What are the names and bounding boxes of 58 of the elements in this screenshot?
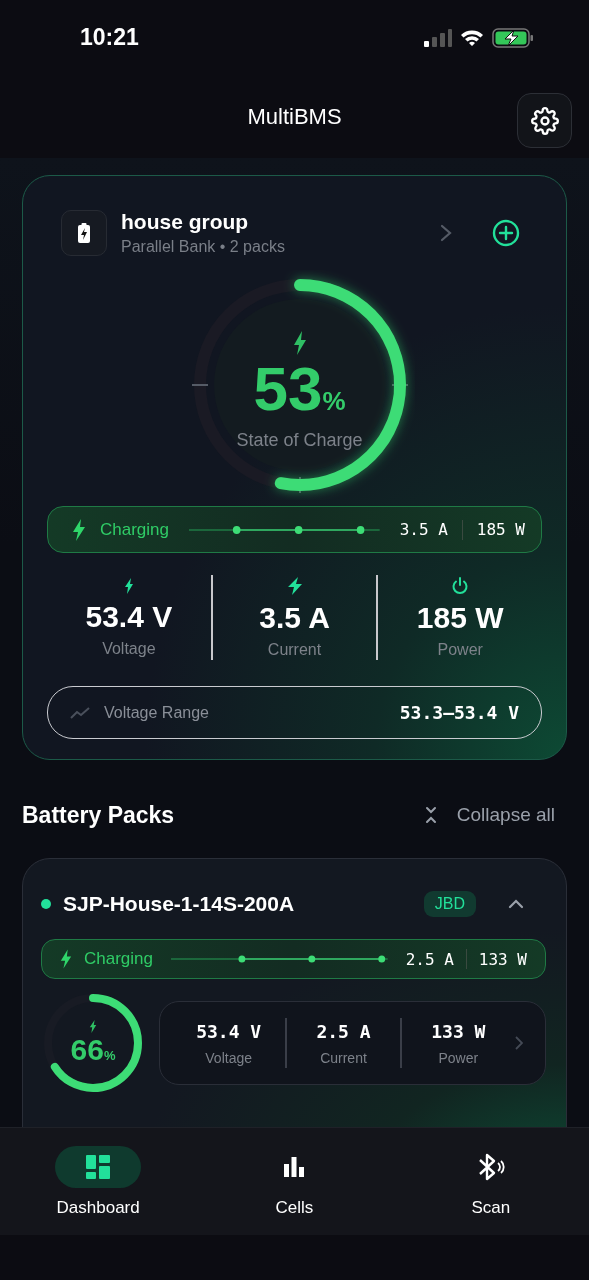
tab[interactable]: Cells: [229, 1146, 360, 1218]
power-reading: 185 W: [476, 520, 525, 540]
chevron-right-icon[interactable]: [440, 224, 452, 242]
group-subtitle: Parallel Bank • 2 packs: [121, 238, 286, 256]
range-label: Voltage Range: [104, 703, 210, 722]
section-title: Battery Packs: [22, 801, 175, 829]
app-title: MultiBMS: [247, 103, 342, 130]
metric-value: 185 W: [416, 600, 504, 635]
wifi-icon: [460, 28, 484, 47]
pack-metrics-panel[interactable]: 53.4 V Voltage 2.5 A Current 133 W Power: [159, 1001, 546, 1085]
percent-sign: %: [103, 1047, 116, 1063]
metric-label: Current: [267, 640, 322, 659]
group-name: house group: [121, 210, 250, 234]
protocol-badge: JBD: [423, 891, 476, 917]
dashboard-icon: [85, 1154, 112, 1180]
battery-charging-icon: [492, 27, 534, 48]
signal-icon: [424, 28, 452, 47]
power-reading: 133 W: [478, 949, 527, 969]
metric-label: Power: [438, 1049, 479, 1066]
power-icon: [451, 576, 470, 595]
percent-sign: %: [322, 386, 346, 418]
chevron-icon[interactable]: [508, 899, 524, 909]
collapse-all-button[interactable]: Collapse all: [424, 804, 567, 826]
pack-name: SJP-House-1-14S-200A: [63, 892, 296, 916]
metric-value: 3.5 A: [259, 600, 330, 635]
metric-label: Voltage: [205, 1049, 252, 1066]
current-reading: 2.5 A: [405, 949, 454, 969]
charging-status: Charging: [84, 949, 153, 969]
bolt-icon: [89, 1019, 97, 1033]
settings-icon: [530, 106, 559, 135]
status-time: 10:21: [80, 24, 139, 51]
collapse-icon: [424, 806, 437, 824]
metric-label: Voltage: [102, 639, 156, 658]
metric-value: 2.5 A: [316, 1020, 371, 1042]
bolt-icon: [286, 576, 303, 595]
add-icon[interactable]: [492, 219, 520, 247]
metric-value: 133 W: [431, 1020, 486, 1042]
tab[interactable]: Dashboard: [33, 1146, 164, 1218]
settings-button[interactable]: [517, 93, 572, 148]
charge-percent: 66: [70, 1032, 104, 1067]
metric-label: Current: [320, 1049, 367, 1066]
charging-status: Charging: [100, 519, 169, 540]
tab[interactable]: Scan: [425, 1146, 556, 1218]
metric-label: Power: [437, 640, 483, 659]
battery-icon: [61, 210, 107, 256]
gauge-label: State of Charge: [236, 429, 363, 451]
bolt-icon: [123, 577, 134, 594]
bar-chart-icon: [282, 1155, 307, 1179]
bolt-icon: [292, 331, 307, 356]
range-value: 53.3–53.4 V: [399, 702, 519, 724]
bolt-icon: [60, 949, 72, 969]
charge-percent: 53: [253, 355, 323, 424]
current-reading: 3.5 A: [399, 520, 448, 540]
bolt-icon: [72, 518, 86, 541]
trend-icon: [70, 706, 90, 719]
metric-value: 53.4 V: [196, 1020, 262, 1042]
chevron-right-icon: [515, 1036, 523, 1050]
metric-value: 53.4 V: [85, 599, 173, 634]
